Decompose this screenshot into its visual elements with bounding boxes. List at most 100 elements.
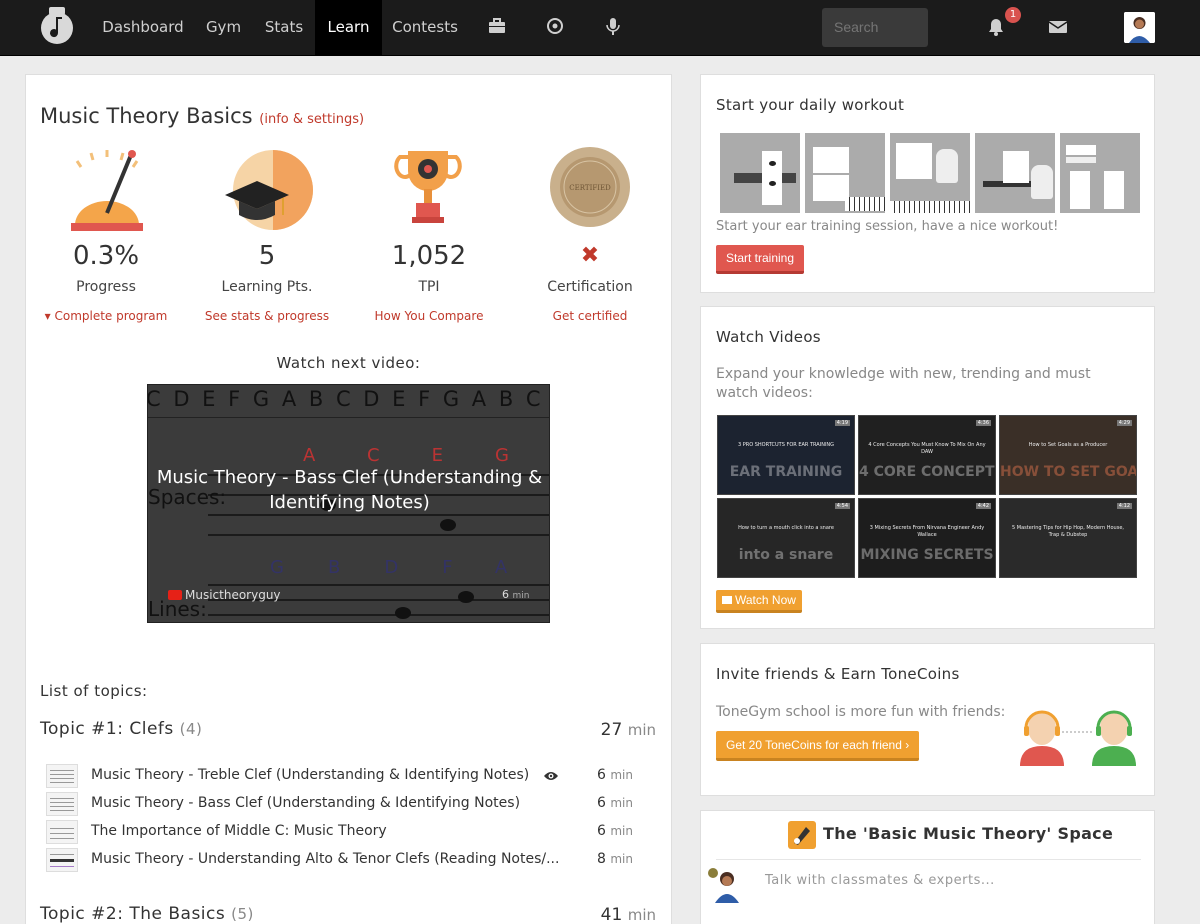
user-avatar-small	[708, 868, 739, 903]
briefcase-icon[interactable]	[486, 15, 508, 37]
learning-points-label: Learning Pts.	[221, 279, 313, 295]
lesson-minutes: 6 min	[596, 767, 633, 783]
target-icon[interactable]	[544, 15, 566, 37]
workout-thumbnail[interactable]	[890, 133, 970, 213]
trophy-icon	[394, 151, 462, 223]
user-avatar[interactable]	[1124, 12, 1155, 43]
videos-desc: Expand your knowledge with new, trending…	[716, 366, 1091, 401]
certification-label: Certification	[547, 279, 633, 295]
video-channel: Musictheoryguy	[168, 588, 281, 602]
start-training-button[interactable]: Start training	[716, 245, 805, 274]
video-camera-icon	[722, 596, 732, 604]
video-thumbnail[interactable]: 4:19 3 PRO SHORTCUTS FOR EAR TRAINING EAR …	[717, 415, 855, 495]
graduation-cap-icon	[225, 150, 313, 230]
watch-now-label: Watch Now	[735, 593, 796, 607]
video-duration: 6 min	[502, 588, 530, 601]
space-title: The 'Basic Music Theory' Space	[823, 824, 1114, 843]
video-title: Music Theory - Bass Clef (Understanding …	[156, 467, 543, 513]
envelope-icon[interactable]	[1047, 16, 1069, 38]
video-thumbnail[interactable]: 4:29 How to Set Goals as a Producer HOW TO…	[999, 415, 1137, 495]
lesson-title: Music Theory - Understanding Alto & Teno…	[91, 851, 560, 867]
lesson-thumbnail	[46, 792, 78, 816]
lesson-title: The Importance of Middle C: Music Theory	[91, 823, 387, 839]
workout-title: Start your daily workout	[716, 96, 905, 114]
videos-title: Watch Videos	[716, 328, 821, 346]
daily-workout-panel: Start your daily workout Start your ear …	[700, 74, 1155, 293]
workout-thumbnail[interactable]	[1060, 133, 1140, 213]
topic-item[interactable]: Music Theory - Understanding Alto & Teno…	[40, 846, 655, 874]
workout-thumbnail[interactable]	[975, 133, 1055, 213]
get-certified-link[interactable]: Get certified	[505, 309, 675, 323]
tonegym-logo[interactable]	[37, 5, 77, 45]
invite-desc: ToneGym school is more fun with friends:	[716, 704, 1006, 720]
next-video-player[interactable]: C D E F G A B C D E F G A B C D E Spaces…	[147, 384, 550, 623]
lesson-thumbnail	[46, 764, 78, 788]
course-title: Music Theory Basics	[40, 104, 253, 128]
bell-icon[interactable]	[985, 16, 1007, 38]
progress-label: Progress	[76, 279, 136, 295]
stat-certification: ✖ Certification Get certified	[505, 241, 675, 323]
topic-2-heading[interactable]: Topic #2: The Basics (5)	[40, 904, 254, 924]
nav-gym[interactable]: Gym	[196, 0, 251, 56]
lesson-minutes: 8 min	[596, 851, 633, 867]
space-note-letters: ACEG	[303, 445, 509, 466]
video-thumbnail[interactable]: 4:36 4 Core Concepts You Must Know To Mix…	[858, 415, 996, 495]
nav-contests[interactable]: Contests	[386, 0, 464, 56]
svg-text:CERTIFIED: CERTIFIED	[569, 184, 611, 192]
workout-desc: Start your ear training session, have a …	[716, 219, 1059, 234]
invite-button[interactable]: Get 20 ToneCoins for each friend ›	[716, 731, 920, 761]
video-thumbnail[interactable]: 4:42 3 Mixing Secrets From Nirvana Engine…	[858, 498, 996, 578]
workout-thumbnail[interactable]	[805, 133, 885, 213]
video-thumbnail[interactable]: 4:12 5 Mastering Tips for Hip Hop, Modern…	[999, 498, 1137, 578]
topic-item[interactable]: Music Theory - Bass Clef (Understanding …	[40, 790, 655, 818]
see-stats-link[interactable]: See stats & progress	[182, 309, 352, 323]
topic-item[interactable]: The Importance of Middle C: Music Theory…	[40, 818, 655, 846]
lesson-thumbnail	[46, 848, 78, 872]
tpi-label: TPI	[418, 279, 440, 295]
video-thumbnail[interactable]: 4:54 How to turn a mouth click into a sna…	[717, 498, 855, 578]
learning-points-value: 5	[258, 241, 276, 271]
community-space-panel: The 'Basic Music Theory' Space Talk with…	[700, 810, 1155, 924]
caret-down-icon: ▾	[44, 309, 55, 323]
how-you-compare-link[interactable]: How You Compare	[344, 309, 514, 323]
nav-learn[interactable]: Learn	[315, 0, 382, 56]
eye-icon[interactable]	[543, 770, 559, 782]
lesson-thumbnail	[46, 820, 78, 844]
certified-seal-icon: CERTIFIED	[550, 147, 630, 227]
top-nav: Dashboard Gym Stats Learn Contests 1	[0, 0, 1200, 56]
stat-learning-points: 5 Learning Pts. See stats & progress	[182, 241, 352, 323]
notification-badge[interactable]: 1	[1005, 7, 1021, 23]
space-chat-input[interactable]: Talk with classmates & experts...	[765, 873, 995, 888]
lesson-minutes: 6 min	[596, 795, 633, 811]
nav-dashboard[interactable]: Dashboard	[96, 0, 190, 56]
topic-1-minutes: 27 min	[600, 720, 656, 740]
line-note-letters: GBDFA	[270, 557, 550, 578]
lesson-title: Music Theory - Bass Clef (Understanding …	[91, 795, 521, 811]
topics-heading: List of topics:	[40, 682, 148, 700]
invite-friends-panel: Invite friends & Earn ToneCoins ToneGym …	[700, 643, 1155, 796]
friends-icon	[1020, 710, 1136, 766]
watch-videos-panel: Watch Videos Expand your knowledge with …	[700, 306, 1155, 629]
course-panel: Music Theory Basics (info & settings) CE…	[25, 74, 672, 924]
course-title-line: Music Theory Basics (info & settings)	[40, 104, 364, 128]
complete-program-link[interactable]: ▾ Complete program	[21, 309, 191, 323]
complete-program-text: Complete program	[54, 309, 168, 323]
progress-gauge-icon	[71, 150, 143, 231]
topic-item[interactable]: Music Theory - Treble Clef (Understandin…	[40, 762, 655, 790]
search-input[interactable]	[822, 8, 928, 47]
topic-2-minutes: 41 min	[600, 905, 656, 924]
youtube-icon	[168, 590, 182, 600]
watch-next-heading: Watch next video:	[276, 354, 421, 372]
cross-icon: ✖	[580, 243, 600, 268]
progress-value: 0.3%	[72, 241, 140, 271]
topic-1-heading[interactable]: Topic #1: Clefs (4)	[40, 719, 202, 739]
watch-now-button[interactable]: Watch Now	[716, 590, 802, 613]
workout-thumbnail[interactable]	[720, 133, 800, 213]
stat-tpi: 1,052 TPI How You Compare	[344, 241, 514, 323]
stat-progress: 0.3% Progress ▾ Complete program	[21, 241, 191, 323]
microphone-icon[interactable]	[602, 15, 624, 37]
lesson-minutes: 6 min	[596, 823, 633, 839]
nav-stats[interactable]: Stats	[258, 0, 310, 56]
tpi-value: 1,052	[391, 241, 467, 271]
info-settings-link[interactable]: (info & settings)	[259, 112, 364, 127]
